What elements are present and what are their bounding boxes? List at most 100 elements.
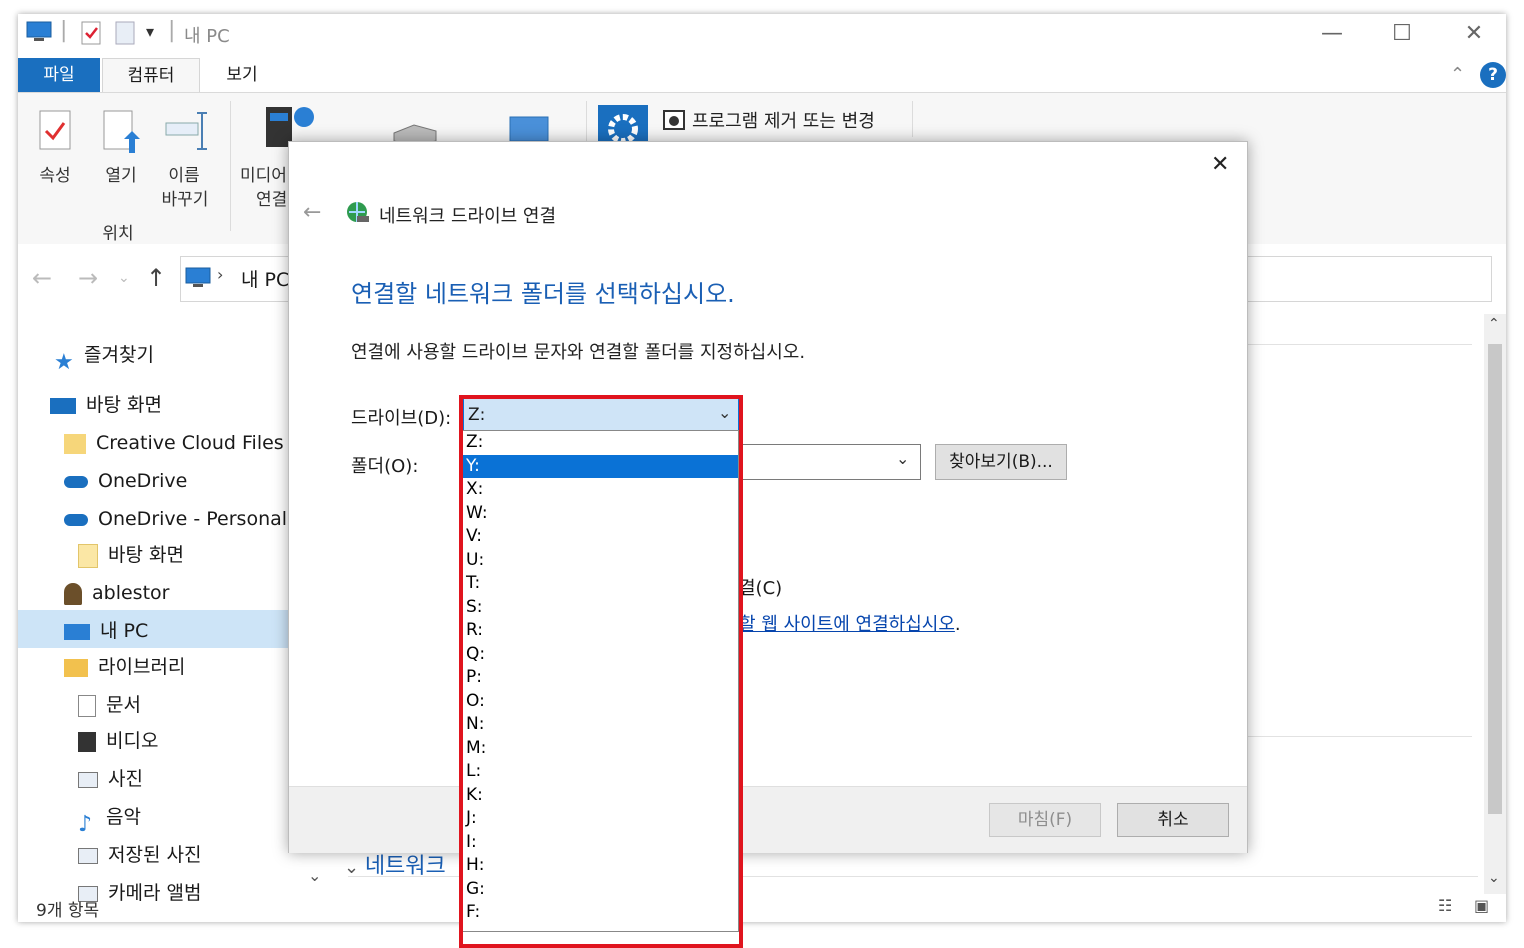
- open-label[interactable]: 열기: [96, 161, 146, 186]
- drive-option[interactable]: H:: [462, 854, 738, 878]
- nav-item-music[interactable]: ♪ 음악: [78, 800, 141, 837]
- large-icons-view-icon[interactable]: ▣: [1474, 896, 1489, 915]
- close-window-button[interactable]: ✕: [1454, 20, 1494, 48]
- help-icon[interactable]: ?: [1480, 62, 1506, 88]
- properties-icon[interactable]: [38, 109, 72, 151]
- status-item-count: 9개 항목: [36, 901, 100, 921]
- breadcrumb-current[interactable]: 내 PC: [241, 265, 289, 292]
- nav-item-pictures[interactable]: 사진: [78, 762, 143, 796]
- drive-option[interactable]: K:: [462, 784, 738, 808]
- dialog-title: 네트워크 드라이브 연결: [379, 206, 557, 227]
- map-network-drive-dialog: ✕ ← 네트워크 드라이브 연결 연결할 네트워크 폴더를 선택하십시오. 연결…: [288, 141, 1248, 853]
- rename-icon[interactable]: [164, 111, 210, 151]
- rename-label-1[interactable]: 이름: [156, 161, 212, 186]
- drive-option[interactable]: X:: [462, 478, 738, 502]
- drive-dropdown-list[interactable]: Z: Y: X: W: V: U: T: S: R: Q: P: O: N: M…: [461, 430, 739, 932]
- vertical-scrollbar[interactable]: ⌃ ⌄: [1484, 314, 1506, 894]
- drive-select[interactable]: Z: ⌄: [463, 398, 739, 434]
- navigation-pane: ★ 즐겨찾기 바탕 화면 Creative Cloud Files OneDriv…: [18, 324, 318, 904]
- drive-option[interactable]: V:: [462, 525, 738, 549]
- drive-option[interactable]: I:: [462, 831, 738, 855]
- drive-option[interactable]: M:: [462, 737, 738, 761]
- drive-option[interactable]: Z:: [462, 431, 738, 455]
- collapse-ribbon-icon[interactable]: ⌃: [1450, 64, 1465, 85]
- nav-item-this-pc[interactable]: 내 PC: [64, 614, 148, 648]
- nav-item-videos[interactable]: 비디오: [78, 724, 158, 758]
- new-folder-qat-icon[interactable]: [114, 20, 136, 46]
- divider: [1244, 736, 1472, 737]
- title-bar: | ▾ | 내 PC — ☐ ✕: [18, 14, 1506, 54]
- dialog-footer: 마침(F) 취소: [289, 786, 1247, 853]
- scroll-thumb[interactable]: [1488, 344, 1502, 814]
- properties-label[interactable]: 속성: [30, 161, 80, 186]
- qat-dropdown-icon[interactable]: ▾: [146, 22, 154, 41]
- drive-option[interactable]: J:: [462, 807, 738, 831]
- drive-option[interactable]: P:: [462, 666, 738, 690]
- tab-computer[interactable]: 컴퓨터: [102, 58, 200, 93]
- cancel-button[interactable]: 취소: [1117, 803, 1229, 837]
- drive-option[interactable]: L:: [462, 760, 738, 784]
- drive-option[interactable]: W:: [462, 502, 738, 526]
- maximize-button[interactable]: ☐: [1382, 20, 1422, 48]
- nav-item-onedrive-personal[interactable]: OneDrive - Personal: [64, 502, 287, 536]
- rename-label-2[interactable]: 바꾸기: [150, 185, 220, 210]
- back-icon[interactable]: ←: [32, 264, 52, 292]
- uninstall-icon[interactable]: [662, 109, 686, 131]
- ribbon-separator: [912, 101, 913, 137]
- nav-item-creative-cloud[interactable]: Creative Cloud Files: [64, 426, 284, 460]
- drive-option[interactable]: U:: [462, 549, 738, 573]
- website-link-text[interactable]: 할 웹 사이트에 연결하십시오: [739, 614, 955, 635]
- drive-option[interactable]: N:: [462, 713, 738, 737]
- nav-item-libraries[interactable]: 라이브러리: [64, 650, 185, 684]
- ribbon-tabs: 파일 컴퓨터 보기 ⌃ ?: [18, 58, 1506, 93]
- nav-scroll-down-icon[interactable]: ⌄: [308, 866, 321, 885]
- open-icon[interactable]: [102, 109, 146, 155]
- website-link[interactable]: 할 웹 사이트에 연결하십시오.: [739, 610, 961, 636]
- nav-item-onedrive-desktop[interactable]: 바탕 화면: [78, 538, 184, 572]
- recent-locations-icon[interactable]: ⌄: [118, 270, 130, 286]
- uninstall-label[interactable]: 프로그램 제거 또는 변경: [692, 107, 875, 133]
- details-view-icon[interactable]: ☷: [1438, 896, 1452, 915]
- dialog-description: 연결에 사용할 드라이브 문자와 연결할 폴더를 지정하십시오.: [351, 342, 806, 363]
- minimize-button[interactable]: —: [1312, 20, 1352, 48]
- computer-icon: [64, 623, 90, 640]
- nav-item-documents[interactable]: 문서: [78, 688, 141, 722]
- back-arrow-icon[interactable]: ←: [303, 200, 321, 225]
- film-icon: [78, 731, 96, 752]
- link-period: .: [954, 614, 961, 635]
- checkbox-label-partial[interactable]: 결(C): [739, 574, 782, 600]
- finish-button[interactable]: 마침(F): [989, 803, 1101, 837]
- nav-item-user[interactable]: ablestor: [64, 576, 169, 610]
- computer-icon: [26, 21, 52, 41]
- document-icon: [78, 694, 96, 717]
- breadcrumb-chevron-icon[interactable]: ›: [217, 265, 223, 284]
- drive-option[interactable]: F:: [462, 901, 738, 925]
- drive-option-selected[interactable]: Y:: [462, 454, 738, 478]
- nav-item-quick-access[interactable]: ★ 즐겨찾기: [54, 338, 154, 375]
- drive-option[interactable]: S:: [462, 596, 738, 620]
- drive-option[interactable]: O:: [462, 690, 738, 714]
- properties-qat-icon[interactable]: [80, 20, 102, 46]
- drive-option[interactable]: R:: [462, 619, 738, 643]
- cloud-icon: [64, 513, 88, 526]
- folder-icon: [78, 543, 98, 568]
- scroll-up-icon[interactable]: ⌃: [1488, 316, 1500, 332]
- divider: [1244, 344, 1472, 345]
- add-location-icon[interactable]: [506, 113, 552, 143]
- cloud-icon: [64, 475, 88, 488]
- nav-item-saved-pictures[interactable]: 저장된 사진: [78, 838, 201, 872]
- up-icon[interactable]: ↑: [146, 264, 166, 292]
- drive-option[interactable]: Q:: [462, 643, 738, 667]
- scroll-down-icon[interactable]: ⌄: [1488, 870, 1500, 886]
- drive-option[interactable]: G:: [462, 878, 738, 902]
- tab-file[interactable]: 파일: [18, 58, 100, 92]
- tab-view[interactable]: 보기: [202, 58, 282, 92]
- star-icon: ★: [54, 349, 74, 375]
- drive-option[interactable]: T:: [462, 572, 738, 596]
- close-icon[interactable]: ✕: [1211, 152, 1229, 177]
- forward-icon[interactable]: →: [78, 264, 98, 292]
- browse-button[interactable]: 찾아보기(B)...: [935, 444, 1067, 480]
- nav-item-desktop[interactable]: 바탕 화면: [50, 388, 162, 422]
- nav-item-onedrive[interactable]: OneDrive: [64, 464, 187, 498]
- chevron-down-icon[interactable]: ⌄: [896, 449, 909, 468]
